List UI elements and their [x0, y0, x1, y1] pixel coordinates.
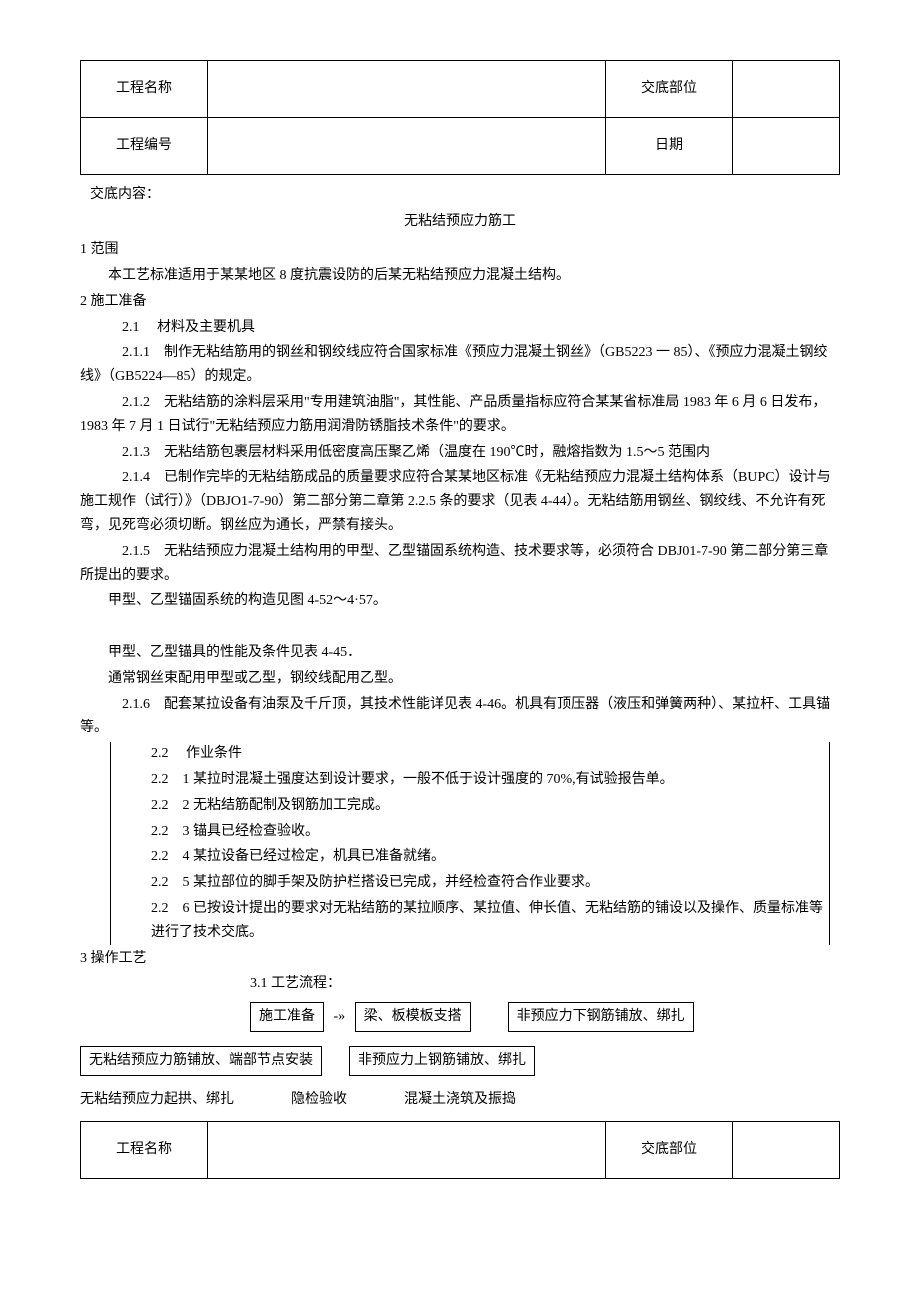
s2-1-4: 2.1.4 已制作完毕的无粘结筋成品的质量要求应符合某某地区标准《无粘结预应力混…: [80, 466, 840, 537]
footer-project-name-value: [208, 1122, 606, 1179]
footer-project-name-label: 工程名称: [81, 1122, 208, 1179]
s2-1: 2.1 材料及主要机具: [80, 316, 840, 340]
date-value: [733, 117, 840, 174]
section-3: 3 操作工艺: [80, 947, 840, 971]
s2-2-4: 2.2 4 某拉设备已经过检定，机具已准备就绪。: [151, 845, 829, 869]
project-no-value: [208, 117, 606, 174]
flow-box-upper-rebar: 非预应力上钢筋铺放、绑扎: [349, 1046, 535, 1076]
doc-title: 无粘结预应力筋工: [80, 210, 840, 234]
section-2: 2 施工准备: [80, 290, 840, 314]
disclose-part-label: 交底部位: [606, 61, 733, 118]
flow-box-prepare: 施工准备: [250, 1002, 324, 1032]
flow-row-1: 施工准备 -» 梁、板模板支搭 非预应力下钢筋铺放、绑扎: [250, 1000, 840, 1034]
conditions-block: 2.2 作业条件 2.2 1 某拉时混凝土强度达到设计要求，一般不低于设计强度的…: [110, 742, 830, 944]
project-name-label: 工程名称: [81, 61, 208, 118]
s2-1-5a: 甲型、乙型锚固系统的构造见图 4-52～4·57。: [80, 589, 840, 613]
s2-1-3: 2.1.3 无粘结筋包裹层材料采用低密度高压聚乙烯（温度在 190℃时，融熔指数…: [80, 441, 840, 465]
date-label: 日期: [606, 117, 733, 174]
s2-2-5: 2.2 5 某拉部位的脚手架及防护栏搭设已完成，并经检查符合作业要求。: [151, 871, 829, 895]
s2-1-2: 2.1.2 无粘结筋的涂料层采用"专用建筑油脂"，其性能、产品质量指标应符合某某…: [80, 391, 840, 439]
footer-table: 工程名称 交底部位: [80, 1121, 840, 1179]
flow-box-lower-rebar: 非预应力下钢筋铺放、绑扎: [508, 1002, 694, 1032]
project-no-label: 工程编号: [81, 117, 208, 174]
s2-2-3: 2.2 3 锚具已经检查验收。: [151, 820, 829, 844]
s3-1: 3.1 工艺流程：: [250, 972, 840, 996]
s2-2-6: 2.2 6 已按设计提出的要求对无粘结筋的某拉顺序、某拉值、伸长值、无粘结筋的铺…: [151, 897, 829, 945]
flow-text-arch: 无粘结预应力起拱、绑扎: [80, 1092, 234, 1107]
s2-2-1: 2.2 1 某拉时混凝土强度达到设计要求，一般不低于设计强度的 70%,有试验报…: [151, 768, 829, 792]
flow-row-3: 无粘结预应力起拱、绑扎 隐检验收 混凝土浇筑及振捣: [80, 1088, 840, 1112]
s2-1-5b: 甲型、乙型锚具的性能及条件见表 4-45．: [80, 641, 840, 665]
flow-box-tendon-lay: 无粘结预应力筋铺放、端部节点安装: [80, 1046, 322, 1076]
project-name-value: [208, 61, 606, 118]
footer-disclose-part-label: 交底部位: [606, 1122, 733, 1179]
s2-2-2: 2.2 2 无粘结筋配制及钢筋加工完成。: [151, 794, 829, 818]
disclose-content-label: 交底内容：: [90, 183, 840, 207]
arrow-icon: -»: [328, 1005, 352, 1029]
disclose-part-value: [733, 61, 840, 118]
flow-row-2: 无粘结预应力筋铺放、端部节点安装 非预应力上钢筋铺放、绑扎: [80, 1044, 840, 1078]
s2-1-5c: 通常钢丝束配用甲型或乙型，钢绞线配用乙型。: [80, 667, 840, 691]
s2-1-6: 2.1.6 配套某拉设备有油泵及千斤顶，其技术性能详见表 4-46。机具有顶压器…: [80, 693, 840, 741]
s1-text: 本工艺标准适用于某某地区 8 度抗震设防的后某无粘结预应力混凝土结构。: [80, 264, 840, 288]
section-1: 1 范围: [80, 238, 840, 262]
flow-text-concrete: 混凝土浇筑及振捣: [404, 1092, 516, 1107]
flow-text-inspect: 隐检验收: [291, 1092, 347, 1107]
flow-box-formwork: 梁、板模板支搭: [355, 1002, 471, 1032]
footer-disclose-part-value: [733, 1122, 840, 1179]
s2-1-1: 2.1.1 制作无粘结筋用的钢丝和钢绞线应符合国家标准《预应力混凝土钢丝》（GB…: [80, 341, 840, 389]
header-table: 工程名称 交底部位 工程编号 日期: [80, 60, 840, 175]
s2-2: 2.2 作业条件: [151, 742, 829, 766]
s2-1-5: 2.1.5 无粘结预应力混凝土结构用的甲型、乙型锚固系统构造、技术要求等，必须符…: [80, 540, 840, 588]
